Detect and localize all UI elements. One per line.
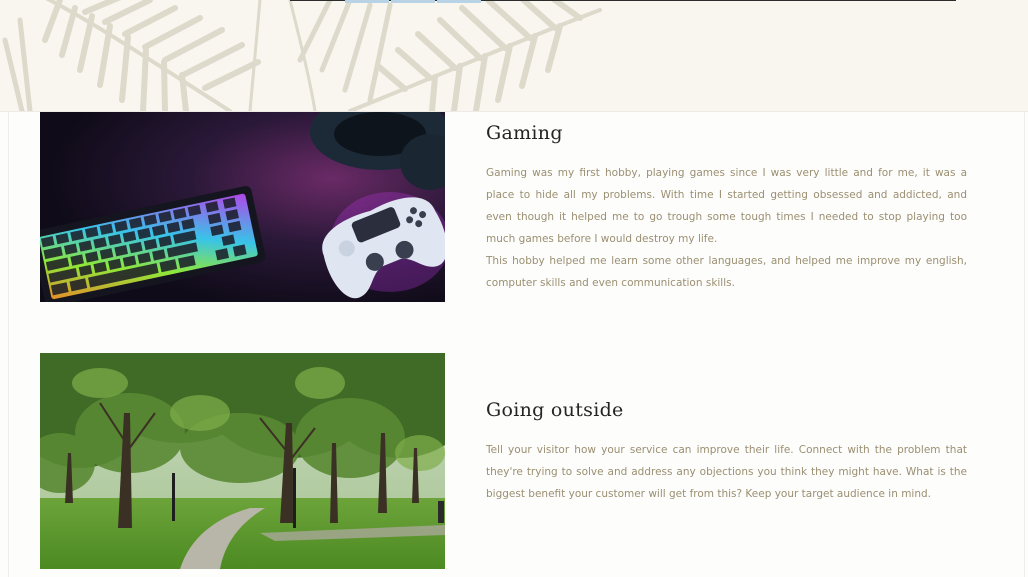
header-banner [0,0,1028,111]
section-title: Going outside [486,399,624,421]
section-paragraph: Tell your visitor how your service can i… [486,444,967,500]
top-tab-marker [345,0,389,3]
palm-leaf-icon [2,0,602,111]
section-paragraph: Gaming was my first hobby, playing games… [486,167,967,245]
section-title: Gaming [486,122,563,144]
going-outside-photo [40,353,445,569]
top-tab-marker [391,0,435,3]
top-divider-line [290,0,956,1]
keyboard-controller-photo [40,112,445,302]
top-tab-marker [437,0,481,3]
gaming-photo [40,112,445,302]
park-trees-photo [40,353,445,569]
section-paragraph: This hobby helped me learn some other la… [486,255,967,289]
